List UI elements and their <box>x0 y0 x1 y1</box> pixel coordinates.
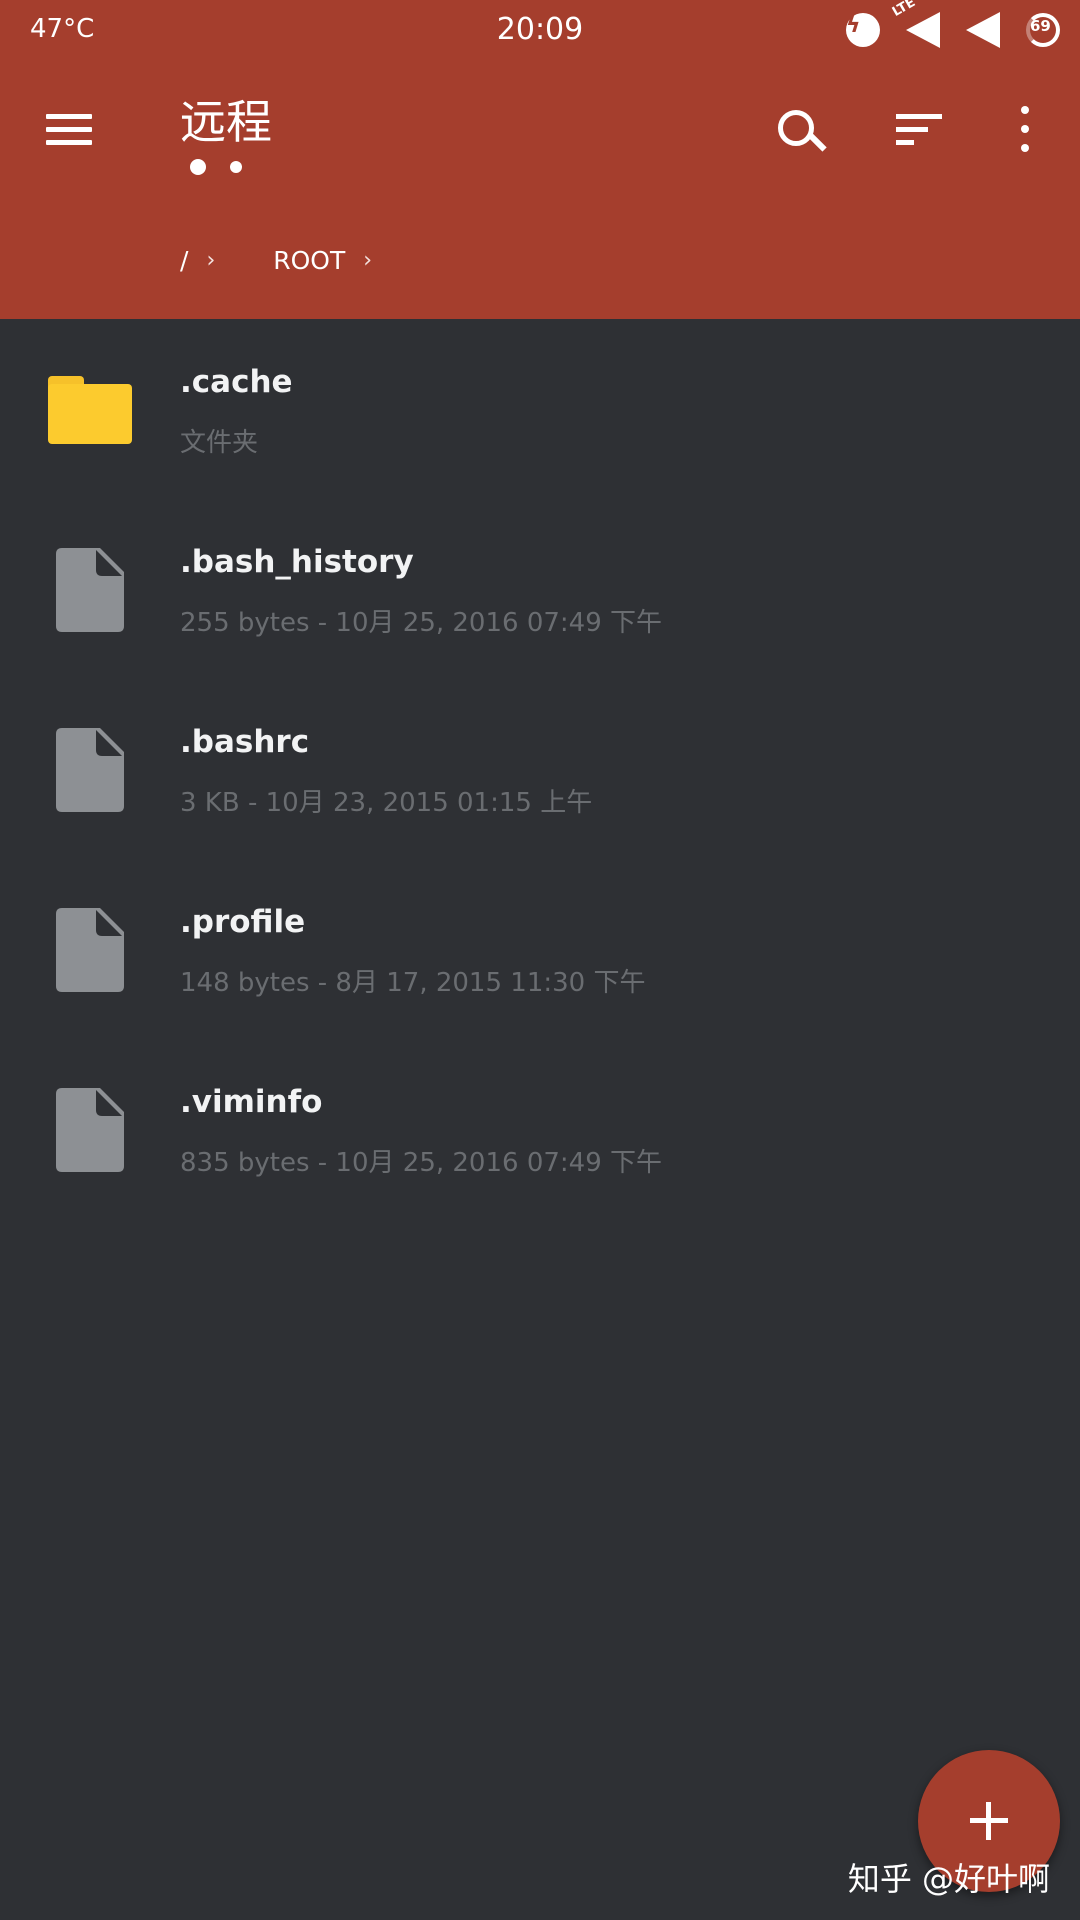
menu-icon-line <box>46 140 92 145</box>
file-icon <box>56 548 124 632</box>
file-name: .profile <box>180 904 306 940</box>
file-icon <box>56 728 124 812</box>
more-vert-icon-dot <box>1021 125 1029 133</box>
file-name: .cache <box>180 364 293 400</box>
chevron-right-icon: › <box>363 247 373 273</box>
menu-button[interactable] <box>40 108 100 152</box>
battery-ring-icon: 69 <box>1026 13 1060 47</box>
status-icons: ϟ LTE 69 <box>820 0 1060 50</box>
page-dot-active[interactable] <box>190 158 206 175</box>
search-button[interactable] <box>772 104 828 160</box>
watermark: 知乎 @好叶啊 <box>847 1860 1050 1898</box>
page-title: 远程 <box>180 95 272 149</box>
file-list: .cache 文件夹 .bash_history 255 bytes - 10月… <box>0 320 1080 1220</box>
file-meta: 文件夹 <box>180 428 259 458</box>
lte-label: LTE <box>889 0 919 20</box>
file-icon <box>56 908 124 992</box>
file-meta: 3 KB - 10月 23, 2015 01:15 上午 <box>180 788 593 818</box>
wifi-signal-icon <box>966 12 1000 48</box>
file-name: .bash_history <box>180 544 414 580</box>
list-item-file[interactable]: .profile 148 bytes - 8月 17, 2015 11:30 下… <box>0 860 1080 1040</box>
search-icon-handle <box>806 131 827 152</box>
page-indicator[interactable] <box>190 156 266 175</box>
more-vert-icon-dot <box>1021 106 1029 114</box>
more-vert-icon-dot <box>1021 144 1029 152</box>
search-icon <box>778 110 814 146</box>
menu-icon-line <box>46 127 92 132</box>
list-item-file[interactable]: .bash_history 255 bytes - 10月 25, 2016 0… <box>0 500 1080 680</box>
lte-signal-icon: LTE <box>890 0 940 48</box>
more-vert-button[interactable] <box>1010 106 1040 152</box>
app-bar: 47°C 20:09 ϟ LTE 69 远程 / › ROOT › <box>0 0 1080 319</box>
file-meta: 255 bytes - 10月 25, 2016 07:49 下午 <box>180 608 663 638</box>
battery-level: 69 <box>1030 17 1051 35</box>
flash-circle-icon: ϟ <box>846 13 880 47</box>
list-item-file[interactable]: .bashrc 3 KB - 10月 23, 2015 01:15 上午 <box>0 680 1080 860</box>
file-name: .viminfo <box>180 1084 323 1120</box>
chevron-right-icon: › <box>206 247 216 273</box>
list-item-file[interactable]: .viminfo 835 bytes - 10月 25, 2016 07:49 … <box>0 1040 1080 1220</box>
sort-icon-line <box>896 127 928 132</box>
file-icon <box>56 1088 124 1172</box>
breadcrumb-root[interactable]: / <box>180 246 188 275</box>
breadcrumb-root-folder[interactable]: ROOT <box>273 246 345 275</box>
list-item-folder-cache[interactable]: .cache 文件夹 <box>0 320 1080 500</box>
status-bar: 47°C 20:09 ϟ LTE 69 <box>0 0 1080 60</box>
sort-icon-line <box>896 140 914 145</box>
menu-icon-line <box>46 114 92 119</box>
plus-icon-bar <box>986 1802 991 1840</box>
file-name: .bashrc <box>180 724 310 760</box>
sort-icon-line <box>896 114 942 119</box>
sort-button[interactable] <box>896 114 946 148</box>
file-meta: 148 bytes - 8月 17, 2015 11:30 下午 <box>180 968 646 998</box>
page-dot[interactable] <box>230 160 242 173</box>
breadcrumb: / › ROOT › <box>180 245 372 275</box>
folder-icon <box>48 376 132 444</box>
file-meta: 835 bytes - 10月 25, 2016 07:49 下午 <box>180 1148 663 1178</box>
